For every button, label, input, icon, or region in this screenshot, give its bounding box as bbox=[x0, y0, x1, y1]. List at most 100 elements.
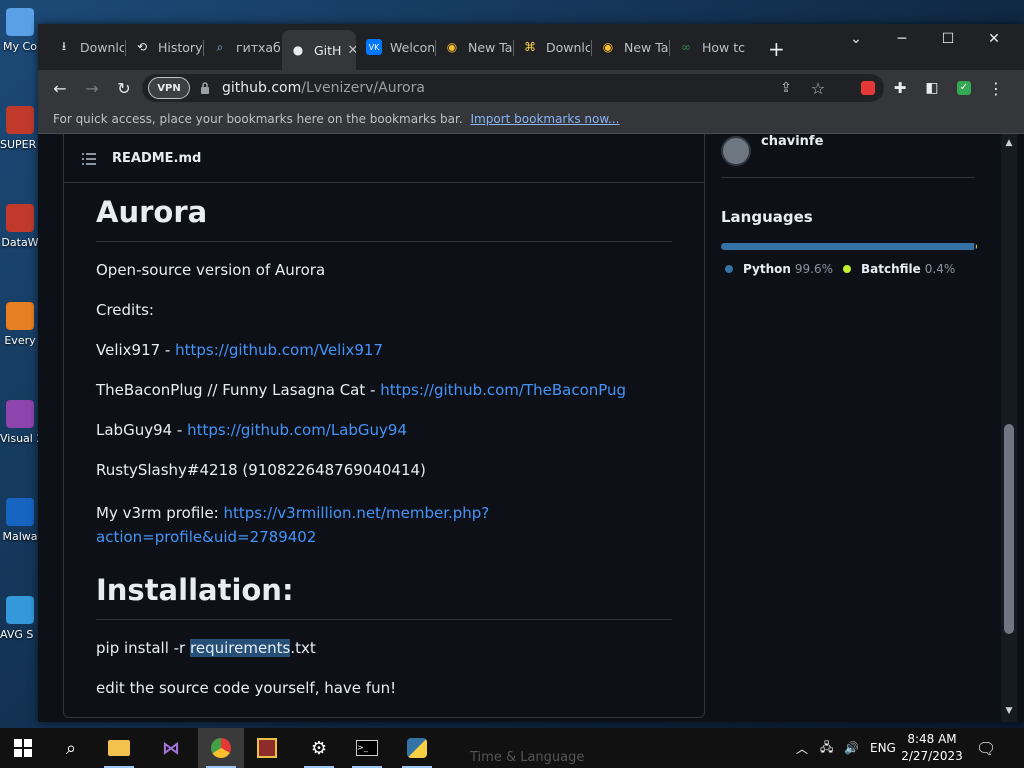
file-explorer-icon[interactable] bbox=[96, 728, 142, 768]
desktop-icon-image bbox=[6, 596, 34, 624]
desktop-icon-image bbox=[6, 400, 34, 428]
download-icon: ⭳ bbox=[61, 38, 67, 53]
clock[interactable]: 8:48 AM 2/27/2023 bbox=[898, 731, 966, 765]
browser-tab[interactable]: ⌘ Downlc bbox=[514, 32, 590, 62]
tab-search-button[interactable]: ⌄ bbox=[833, 24, 879, 54]
desktop-icon-label: Malwa bbox=[2, 530, 38, 543]
side-panel-icon[interactable]: ◧ bbox=[918, 74, 946, 102]
import-bookmarks-link[interactable]: Import bookmarks now... bbox=[471, 112, 620, 126]
github-icon: ● bbox=[292, 43, 304, 57]
desktop-icon-image bbox=[6, 8, 34, 36]
history-icon: ⟲ bbox=[136, 40, 148, 54]
minimize-button[interactable]: ─ bbox=[879, 24, 925, 54]
desktop-icon[interactable]: My Co bbox=[0, 8, 40, 53]
extension-red-icon[interactable] bbox=[854, 74, 882, 102]
visual-studio-icon[interactable]: ⋈ bbox=[148, 728, 194, 768]
outline-list-icon[interactable] bbox=[82, 153, 96, 165]
browser-tab[interactable]: ◉ New Ta bbox=[436, 32, 512, 62]
start-button[interactable] bbox=[0, 728, 46, 768]
scroll-up-arrow[interactable]: ▲ bbox=[1001, 138, 1017, 150]
browser-tab[interactable]: ● GitH ✕ bbox=[282, 30, 356, 70]
tab-label: Downlc bbox=[80, 39, 124, 55]
reload-button[interactable]: ↻ bbox=[110, 74, 138, 102]
browser-tab[interactable]: ⭳ Downlc bbox=[48, 32, 124, 62]
desktop-icon[interactable]: Malwa bbox=[0, 498, 40, 543]
bookmark-star-icon[interactable]: ☆ bbox=[804, 74, 832, 102]
share-icon[interactable]: ⇪ bbox=[772, 74, 800, 102]
language-item[interactable]: Python 99.6% bbox=[725, 262, 833, 276]
forward-button[interactable]: → bbox=[78, 74, 106, 102]
credit-line: LabGuy94 - https://github.com/LabGuy94 bbox=[96, 421, 408, 439]
language-item[interactable]: Batchfile 0.4% bbox=[843, 262, 955, 276]
tab-strip: ⭳ Downlc ⟲ History ⌕ гитхаб ● GitH ✕ VK Welcon ◉ New… bbox=[38, 24, 1024, 70]
scroll-thumb[interactable] bbox=[1004, 424, 1014, 634]
python-taskbar-icon[interactable] bbox=[394, 728, 440, 768]
languages-title: Languages bbox=[721, 208, 813, 226]
tab-label: New Ta bbox=[624, 39, 668, 55]
browser-taskbar-icon[interactable] bbox=[198, 728, 244, 768]
tray-chevron-icon[interactable]: ︿ bbox=[796, 728, 808, 768]
close-tab-icon[interactable]: ✕ bbox=[347, 43, 356, 58]
tab-label: How tc bbox=[702, 39, 746, 55]
desktop-icon-label: Every bbox=[4, 334, 36, 347]
readme-footer: edit the source code yourself, have fun! bbox=[96, 679, 397, 697]
extensions-puzzle-icon[interactable]: ✚ bbox=[886, 74, 914, 102]
scroll-down-arrow[interactable]: ▼ bbox=[1001, 706, 1017, 718]
url-text[interactable]: github.com/Lvenizerv/Aurora bbox=[222, 80, 425, 96]
desktop-icon[interactable]: Every bbox=[0, 302, 40, 347]
search-taskbar-icon[interactable]: ⌕ bbox=[48, 728, 94, 768]
language-dot bbox=[725, 265, 733, 273]
winrar-icon[interactable] bbox=[244, 728, 290, 768]
browser-tab[interactable]: VK Welcon bbox=[358, 32, 434, 62]
languages-bar bbox=[721, 243, 977, 250]
contributor-name[interactable]: chavinfe bbox=[761, 134, 823, 149]
repo-sidebar: chavinfe Languages Python 99.6% Batchfile… bbox=[721, 134, 981, 722]
readme-filename[interactable]: README.md bbox=[112, 151, 201, 166]
desktop-icon-image bbox=[6, 498, 34, 526]
browser-window: ⭳ Downlc ⟲ History ⌕ гитхаб ● GitH ✕ VK Welcon ◉ New… bbox=[38, 24, 1024, 722]
chrome-icon: ◉ bbox=[446, 40, 458, 54]
close-window-button[interactable]: ✕ bbox=[971, 24, 1017, 54]
readme-header: README.md bbox=[64, 134, 704, 183]
selected-text[interactable]: requirements bbox=[190, 639, 291, 657]
vk-icon: VK bbox=[366, 39, 382, 55]
tab-label: Welcon bbox=[390, 39, 434, 55]
settings-icon[interactable]: ⚙ bbox=[296, 728, 342, 768]
toolbar: ← → ↻ VPN github.com/Lvenizerv/Aurora ⇪ … bbox=[38, 70, 1024, 106]
network-icon[interactable]: 🖧 bbox=[820, 728, 833, 768]
background-window-text: Time & Language bbox=[470, 750, 585, 765]
address-bar[interactable]: VPN github.com/Lvenizerv/Aurora ⇪ ☆ bbox=[142, 74, 884, 102]
desktop-icon[interactable]: AVG S Brow bbox=[0, 596, 40, 641]
language-indicator[interactable]: ENG bbox=[870, 728, 896, 768]
browser-tab[interactable]: ⌕ гитхаб bbox=[204, 32, 280, 62]
menu-dots-icon[interactable]: ⋮ bbox=[982, 74, 1010, 102]
credit-link[interactable]: https://github.com/LabGuy94 bbox=[187, 421, 407, 439]
lock-icon[interactable] bbox=[200, 80, 210, 96]
credit-link[interactable]: https://github.com/Velix917 bbox=[175, 341, 383, 359]
desktop-icon[interactable]: Visual 20 bbox=[0, 400, 40, 445]
page-scrollbar[interactable]: ▲ ▼ bbox=[1001, 134, 1017, 722]
back-button[interactable]: ← bbox=[46, 74, 74, 102]
vpn-badge[interactable]: VPN bbox=[148, 77, 190, 99]
terminal-icon[interactable]: >_ bbox=[344, 728, 390, 768]
windows-logo-icon bbox=[14, 739, 32, 757]
volume-icon[interactable]: 🔊 bbox=[844, 728, 859, 768]
search-icon: ⌕ bbox=[216, 39, 224, 54]
discord-tag: RustySlashy#4218 (910822648769040414) bbox=[96, 461, 426, 479]
install-command: pip install -r requirements.txt bbox=[96, 639, 316, 657]
new-tab-button[interactable]: + bbox=[760, 34, 793, 64]
desktop-icon[interactable]: DataW bbox=[0, 204, 40, 249]
contributor-avatar[interactable] bbox=[721, 136, 751, 166]
bookmarks-bar: For quick access, place your bookmarks h… bbox=[38, 106, 1024, 134]
desktop-icon[interactable]: SUPER Free E bbox=[0, 106, 40, 151]
maximize-button[interactable]: ☐ bbox=[925, 24, 971, 54]
credit-link[interactable]: https://github.com/TheBaconPug bbox=[380, 381, 626, 399]
bookmarks-hint: For quick access, place your bookmarks h… bbox=[53, 112, 463, 126]
browser-tab[interactable]: ⟲ History bbox=[126, 32, 202, 62]
browser-tab[interactable]: ∞ How tc bbox=[670, 32, 750, 62]
extension-shield-icon[interactable]: ✓ bbox=[950, 74, 978, 102]
browser-tab[interactable]: ◉ New Ta bbox=[592, 32, 668, 62]
language-bar-segment bbox=[976, 243, 977, 250]
desktop-icon-label: AVG S Brow bbox=[0, 628, 40, 641]
notifications-icon[interactable]: 🗨 bbox=[976, 728, 996, 768]
